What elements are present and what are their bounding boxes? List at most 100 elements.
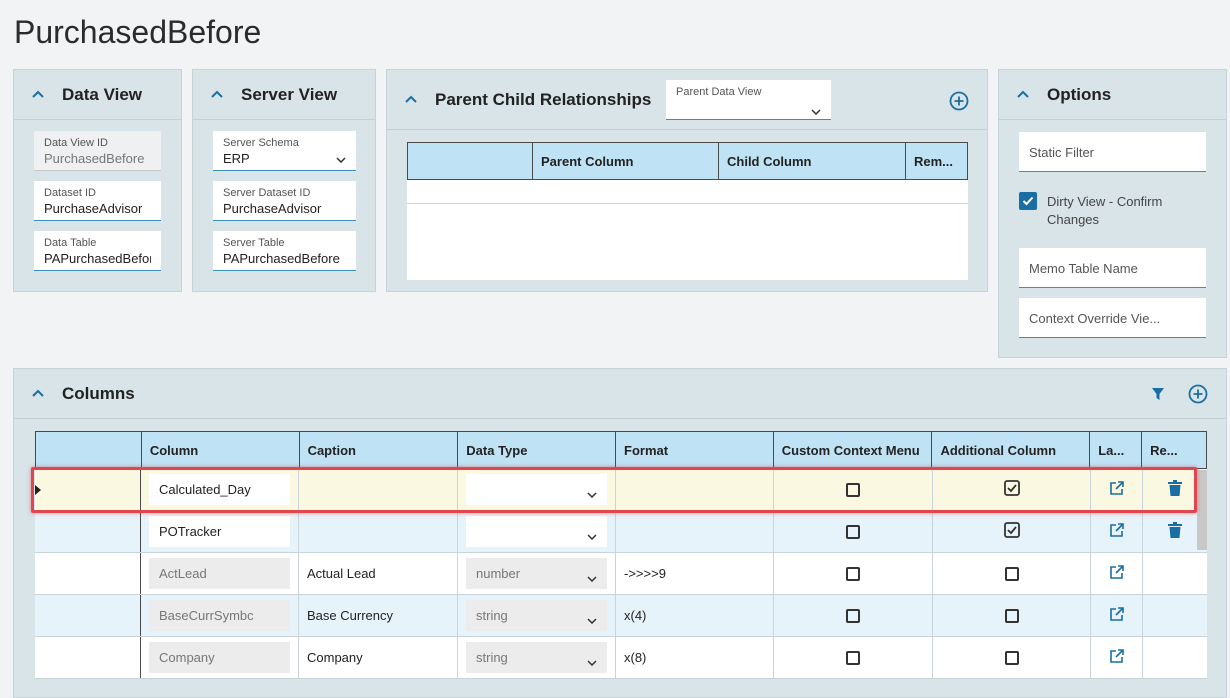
- remove-cell: [1143, 595, 1207, 636]
- data-type-select[interactable]: [466, 516, 607, 547]
- add-circle-icon[interactable]: [1188, 384, 1208, 404]
- data-table-field[interactable]: Data Table PAPurchasedBefore: [34, 231, 161, 271]
- row-indicator[interactable]: [35, 637, 141, 678]
- server-schema-select[interactable]: Server Schema ERP: [213, 131, 356, 171]
- server-dataset-id-field[interactable]: Server Dataset ID PurchaseAdvisor: [213, 181, 356, 221]
- header-indicator: [36, 432, 142, 468]
- checkbox-checked-icon[interactable]: [1003, 522, 1020, 541]
- additional-column-cell[interactable]: [933, 553, 1091, 594]
- external-link-icon[interactable]: [1109, 606, 1125, 625]
- caption-cell[interactable]: Company: [299, 637, 458, 678]
- chevron-up-icon[interactable]: [32, 389, 44, 399]
- row-indicator[interactable]: [35, 553, 141, 594]
- format-cell[interactable]: x(4): [616, 595, 774, 636]
- data-type-value: string: [476, 650, 508, 665]
- layout-cell[interactable]: [1091, 553, 1143, 594]
- custom-context-menu-cell[interactable]: [774, 553, 933, 594]
- table-row[interactable]: ActLead Actual Lead number ->>>>9: [35, 553, 1207, 595]
- table-row[interactable]: BaseCurrSymbc Base Currency string x(4): [35, 595, 1207, 637]
- column-readonly: ActLead: [149, 558, 290, 589]
- custom-context-menu-cell[interactable]: [774, 595, 933, 636]
- data-type-cell[interactable]: [458, 511, 616, 552]
- trash-icon[interactable]: [1168, 522, 1182, 541]
- checkbox-icon[interactable]: [846, 650, 860, 665]
- chevron-down-icon[interactable]: [336, 150, 346, 168]
- format-cell[interactable]: [616, 511, 774, 552]
- header-layout[interactable]: La...: [1090, 432, 1143, 468]
- additional-column-cell[interactable]: [933, 595, 1091, 636]
- additional-column-cell[interactable]: [933, 511, 1091, 552]
- field-value: ERP: [223, 151, 250, 166]
- columns-header[interactable]: Columns: [14, 369, 1226, 419]
- server-table-field[interactable]: Server Table PAPurchasedBefore: [213, 231, 356, 271]
- relationships-panel: Parent Child Relationships Parent Data V…: [386, 69, 988, 292]
- header-column[interactable]: Column: [142, 432, 300, 468]
- table-row[interactable]: Company Company string x(8): [35, 637, 1207, 679]
- format-cell[interactable]: ->>>>9: [616, 553, 774, 594]
- additional-column-cell[interactable]: [933, 637, 1091, 678]
- chevron-up-icon[interactable]: [405, 95, 417, 105]
- format-value: ->>>>9: [624, 566, 666, 581]
- add-circle-icon[interactable]: [949, 91, 969, 111]
- data-view-header[interactable]: Data View: [14, 70, 181, 120]
- options-header[interactable]: Options: [999, 70, 1226, 120]
- checkbox-icon[interactable]: [846, 566, 860, 581]
- dirty-view-checkbox[interactable]: [1019, 192, 1037, 210]
- header-data-type[interactable]: Data Type: [458, 432, 617, 468]
- header-format[interactable]: Format: [616, 432, 774, 468]
- row-indicator[interactable]: [35, 511, 141, 552]
- table-row[interactable]: POTracker: [35, 511, 1207, 553]
- layout-cell[interactable]: [1091, 595, 1143, 636]
- column-cell[interactable]: POTracker: [141, 511, 299, 552]
- row-indicator[interactable]: [35, 595, 141, 636]
- data-type-select: string: [466, 642, 607, 673]
- header-remove[interactable]: Rem...: [906, 143, 967, 179]
- parent-data-view-select[interactable]: Parent Data View: [666, 80, 831, 120]
- chevron-down-icon[interactable]: [811, 102, 821, 120]
- header-child-column[interactable]: Child Column: [719, 143, 906, 179]
- caption-cell[interactable]: [299, 511, 458, 552]
- field-label: Server Schema: [223, 137, 299, 149]
- layout-cell[interactable]: [1091, 511, 1143, 552]
- chevron-up-icon[interactable]: [32, 90, 44, 100]
- external-link-icon[interactable]: [1109, 522, 1125, 541]
- format-cell[interactable]: x(8): [616, 637, 774, 678]
- checkbox-icon[interactable]: [1004, 608, 1019, 623]
- field-value: PAPurchasedBefore: [223, 251, 340, 266]
- header-remove[interactable]: Re...: [1142, 432, 1206, 468]
- checkbox-icon[interactable]: [846, 608, 860, 623]
- context-override-input[interactable]: Context Override Vie...: [1019, 298, 1206, 338]
- header-parent-column[interactable]: Parent Column: [533, 143, 719, 179]
- checkbox-icon[interactable]: [1004, 650, 1019, 665]
- caption-cell[interactable]: Actual Lead: [299, 553, 458, 594]
- table-scrollbar[interactable]: [1197, 470, 1207, 550]
- chevron-down-icon[interactable]: [587, 528, 597, 543]
- placeholder-text: Memo Table Name: [1029, 260, 1138, 276]
- checkbox-icon[interactable]: [1004, 566, 1019, 581]
- header-additional-column[interactable]: Additional Column: [932, 432, 1091, 468]
- chevron-down-icon: [587, 612, 597, 627]
- chevron-down-icon: [587, 570, 597, 585]
- caption-cell[interactable]: Base Currency: [299, 595, 458, 636]
- static-filter-input[interactable]: Static Filter: [1019, 132, 1206, 172]
- dirty-view-option[interactable]: Dirty View - Confirm Changes: [1019, 192, 1206, 229]
- external-link-icon[interactable]: [1109, 648, 1125, 667]
- chevron-up-icon[interactable]: [1017, 90, 1029, 100]
- custom-context-menu-cell[interactable]: [774, 637, 933, 678]
- layout-cell[interactable]: [1091, 637, 1143, 678]
- filter-icon[interactable]: [1151, 387, 1165, 401]
- custom-context-menu-cell[interactable]: [774, 511, 933, 552]
- dataset-id-field[interactable]: Dataset ID PurchaseAdvisor: [34, 181, 161, 221]
- header-custom-context-menu[interactable]: Custom Context Menu: [774, 432, 933, 468]
- placeholder-text: Context Override Vie...: [1029, 310, 1161, 326]
- panel-title: Data View: [62, 84, 143, 104]
- server-view-header[interactable]: Server View: [193, 70, 375, 120]
- header-blank: [408, 143, 533, 179]
- chevron-up-icon[interactable]: [211, 90, 223, 100]
- checkbox-icon[interactable]: [846, 524, 860, 539]
- memo-table-name-input[interactable]: Memo Table Name: [1019, 248, 1206, 288]
- external-link-icon[interactable]: [1109, 564, 1125, 583]
- column-input[interactable]: POTracker: [149, 516, 290, 547]
- header-caption[interactable]: Caption: [300, 432, 459, 468]
- field-label: Dataset ID: [44, 187, 96, 199]
